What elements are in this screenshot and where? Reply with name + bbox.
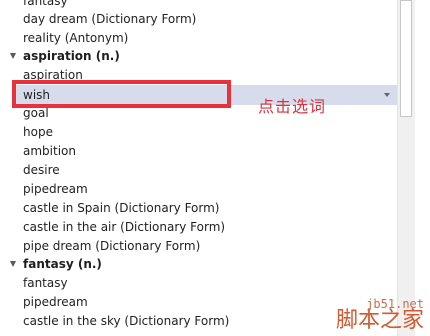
collapse-triangle-icon[interactable] <box>10 261 16 267</box>
list-item[interactable]: fantasy <box>0 274 397 293</box>
watermark-name: 脚本之家 <box>335 308 424 333</box>
highlight-box <box>12 80 231 108</box>
list-item-label: castle in the air (Dictionary Form) <box>23 220 226 234</box>
group-header-label: fantasy (n.) <box>23 257 102 271</box>
list-item-label: fantasy <box>23 276 68 290</box>
list-item[interactable]: day dream (Dictionary Form) <box>0 10 397 29</box>
scrollbar-thumb[interactable] <box>400 0 412 117</box>
group-header-fantasy[interactable]: fantasy (n.) <box>0 255 397 274</box>
list-item[interactable]: castle in Spain (Dictionary Form) <box>0 199 397 218</box>
list-item[interactable]: pipedream <box>0 180 397 199</box>
group-header-aspiration[interactable]: aspiration (n.) <box>0 47 397 66</box>
list-item-label: castle in Spain (Dictionary Form) <box>23 201 220 215</box>
list-item[interactable]: castle in the air (Dictionary Form) <box>0 218 397 237</box>
dropdown-arrow-icon[interactable] <box>384 93 390 97</box>
list-item-label: day dream (Dictionary Form) <box>23 12 197 26</box>
list-item[interactable]: ambition <box>0 142 397 161</box>
list-item-label: goal <box>23 106 49 120</box>
list-item-label: pipedream <box>23 182 88 196</box>
list-item-label: pipedream <box>23 295 88 309</box>
list-item[interactable]: reality (Antonym) <box>0 29 397 48</box>
group-header-label: aspiration (n.) <box>23 49 120 63</box>
list-item-label: desire <box>23 163 60 177</box>
annotation-label: 点击选词 <box>258 97 327 116</box>
list-item[interactable]: hope <box>0 123 397 142</box>
list-item-label: castle in the sky (Dictionary Form) <box>23 314 230 328</box>
vertical-scrollbar[interactable] <box>397 0 415 336</box>
list-item[interactable]: desire <box>0 161 397 180</box>
list-item-label: pipe dream (Dictionary Form) <box>23 239 201 253</box>
synonym-list: fantasy day dream (Dictionary Form) real… <box>0 0 397 336</box>
list-item-label: ambition <box>23 144 76 158</box>
list-item-label: reality (Antonym) <box>23 31 129 45</box>
list-item-label: fantasy <box>23 0 68 8</box>
list-item[interactable]: pipe dream (Dictionary Form) <box>0 237 397 256</box>
list-item-label: hope <box>23 125 53 139</box>
collapse-triangle-icon[interactable] <box>10 53 16 59</box>
watermark: jb51.net 脚本之家 <box>336 298 424 332</box>
